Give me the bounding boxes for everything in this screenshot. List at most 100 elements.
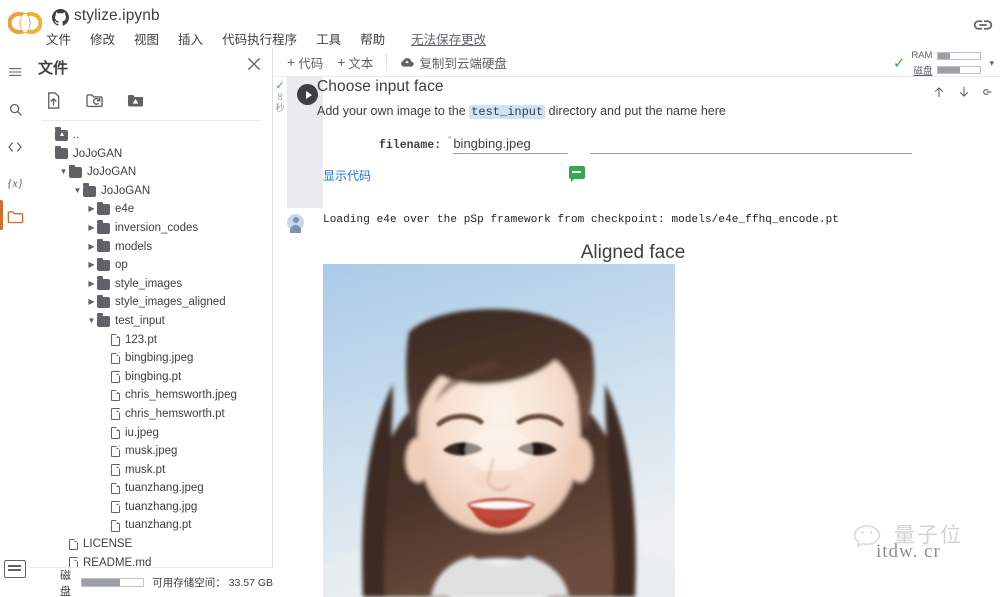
file-tree-folder[interactable]: ▶ op [30,256,273,275]
file-tree-folder[interactable]: ▼ JoJoGAN [30,163,273,182]
code-icon[interactable] [4,136,26,158]
caret-right-icon[interactable]: ▶ [86,256,97,275]
file-tree-folder[interactable]: ▼ JoJoGAN [30,182,273,201]
document-title[interactable]: stylize.ipynb [74,7,160,25]
file-tree-file[interactable]: tuanzhang.pt [30,516,273,535]
resource-usage-panel[interactable]: ✓ RAM 磁盘 ▾ [893,50,994,77]
filename-input[interactable] [453,136,569,154]
file-tree-folder[interactable]: ▶ style_images_aligned [30,293,273,312]
notebook-toolbar: + 代码 + 文本 复制到云端硬盘 [273,48,1000,77]
form-field-underline[interactable] [590,137,913,154]
add-code-label: 代码 [298,56,324,71]
file-tree-label: chris_hemsworth.pt [125,407,225,420]
refresh-folder-icon[interactable] [85,91,104,110]
file-icon [111,463,121,476]
file-tree-file[interactable]: iu.jpeg [30,424,273,443]
file-tree-folder[interactable]: ▼ test_input [30,312,273,331]
folder-icon [69,164,82,178]
save-status-link[interactable]: 无法保存更改 [411,29,486,48]
file-tree-file[interactable]: chris_hemsworth.jpeg [30,386,273,405]
file-tree-folder[interactable]: JoJoGAN [30,145,273,164]
plus-icon: + [287,54,296,70]
add-text-cell-button[interactable]: + 文本 [337,53,373,72]
file-tree-label: JoJoGAN [101,184,151,197]
folder-icon [97,257,110,271]
terminal-icon[interactable] [4,560,26,578]
folder-icon [83,183,96,197]
file-tree-label: JoJoGAN [73,147,123,160]
runtime-disk-label: 磁盘 [913,66,933,77]
close-icon[interactable] [245,55,265,75]
file-tree-file[interactable]: musk.pt [30,461,273,480]
folder-icon[interactable] [4,205,26,227]
upload-file-icon[interactable] [44,91,63,110]
arrow-down-icon[interactable] [957,85,971,99]
github-icon[interactable] [52,9,70,26]
file-tree-folder[interactable]: ▶ inversion_codes [30,219,273,238]
divider [386,54,388,70]
inline-code-chip: test_input [469,105,546,119]
form-field-row: filename: " [379,135,913,154]
caret-down-icon[interactable]: ▼ [86,312,97,331]
folder-up-icon [55,127,68,141]
file-tree-file[interactable]: tuanzhang.jpeg [30,479,273,498]
menu-item-view[interactable]: 视图 [132,28,161,49]
file-tree-folder[interactable]: ▶ style_images [30,275,273,294]
file-icon [111,426,121,439]
search-icon[interactable] [4,98,26,120]
file-tree-file[interactable]: chris_hemsworth.pt [30,405,273,424]
file-tree-file[interactable]: LICENSE [30,535,273,554]
file-tree-folder[interactable]: ▶ e4e [30,200,273,219]
copy-to-drive-button[interactable]: 复制到云端硬盘 [400,53,507,72]
menu-item-tools[interactable]: 工具 [314,28,343,49]
disk-status-bar: 磁盘 可用存储空间： 33.57 GB [30,567,273,597]
file-icon [111,389,121,402]
menu-item-help[interactable]: 帮助 [358,28,387,49]
file-tree-folder[interactable]: .. [30,126,273,145]
show-code-link[interactable]: 显示代码 [323,167,371,184]
menu-item-insert[interactable]: 插入 [176,28,205,49]
menu-item-file[interactable]: 文件 [44,28,73,49]
disk-usage-meter [80,578,145,587]
file-tree-file[interactable]: bingbing.jpeg [30,349,273,368]
file-tree-file[interactable]: musk.jpeg [30,442,273,461]
comment-icon[interactable] [569,166,585,182]
caret-down-icon[interactable]: ▼ [58,163,69,182]
file-tree-label: style_images_aligned [115,296,226,309]
form-description: Add your own image to the test_input dir… [317,104,726,119]
add-code-cell-button[interactable]: + 代码 [287,53,323,72]
caret-right-icon[interactable]: ▶ [86,200,97,219]
caret-right-icon[interactable]: ▶ [86,219,97,238]
mount-drive-icon[interactable] [126,91,145,110]
link-icon[interactable] [972,14,994,36]
menu-icon[interactable] [4,61,26,83]
file-icon [111,445,121,458]
caret-right-icon[interactable]: ▶ [86,293,97,312]
run-cell-button[interactable] [297,84,318,105]
folder-icon [97,294,110,309]
file-tree-file[interactable]: bingbing.pt [30,368,273,387]
menu-item-runtime[interactable]: 代码执行程序 [220,28,299,49]
arrow-up-icon[interactable] [932,85,946,99]
chevron-down-icon[interactable]: ▾ [989,58,994,69]
caret-right-icon[interactable]: ▶ [86,275,97,294]
left-rail: {x} [0,48,30,597]
folder-icon [97,276,110,290]
connected-check-icon: ✓ [892,55,906,72]
file-tree[interactable]: .. JoJoGAN ▼ JoJoGAN ▼ JoJoGAN ▶ e4e ▶ inversion_… [30,126,273,597]
file-tree-file[interactable]: tuanzhang.jpg [30,498,273,517]
form-cell-body: Choose input face Add your own image to … [317,77,1000,208]
file-tree-file[interactable]: 123.pt [30,331,273,350]
file-tree-label: tuanzhang.pt [125,519,192,532]
caret-right-icon[interactable]: ▶ [86,238,97,257]
file-tree-folder[interactable]: ▶ models [30,238,273,257]
menu-bar: 文件 修改 视图 插入 代码执行程序 工具 帮助 无法保存更改 [44,28,486,49]
caret-down-icon[interactable]: ▼ [72,182,83,201]
file-tree-label: LICENSE [83,538,133,551]
link-icon[interactable] [982,85,996,99]
desc-text-after: directory and put the name here [545,104,726,118]
file-tree-label: bingbing.pt [125,370,182,383]
menu-item-edit[interactable]: 修改 [88,28,117,49]
runtime-disk-fill [938,67,961,73]
variables-icon[interactable]: {x} [4,172,26,194]
